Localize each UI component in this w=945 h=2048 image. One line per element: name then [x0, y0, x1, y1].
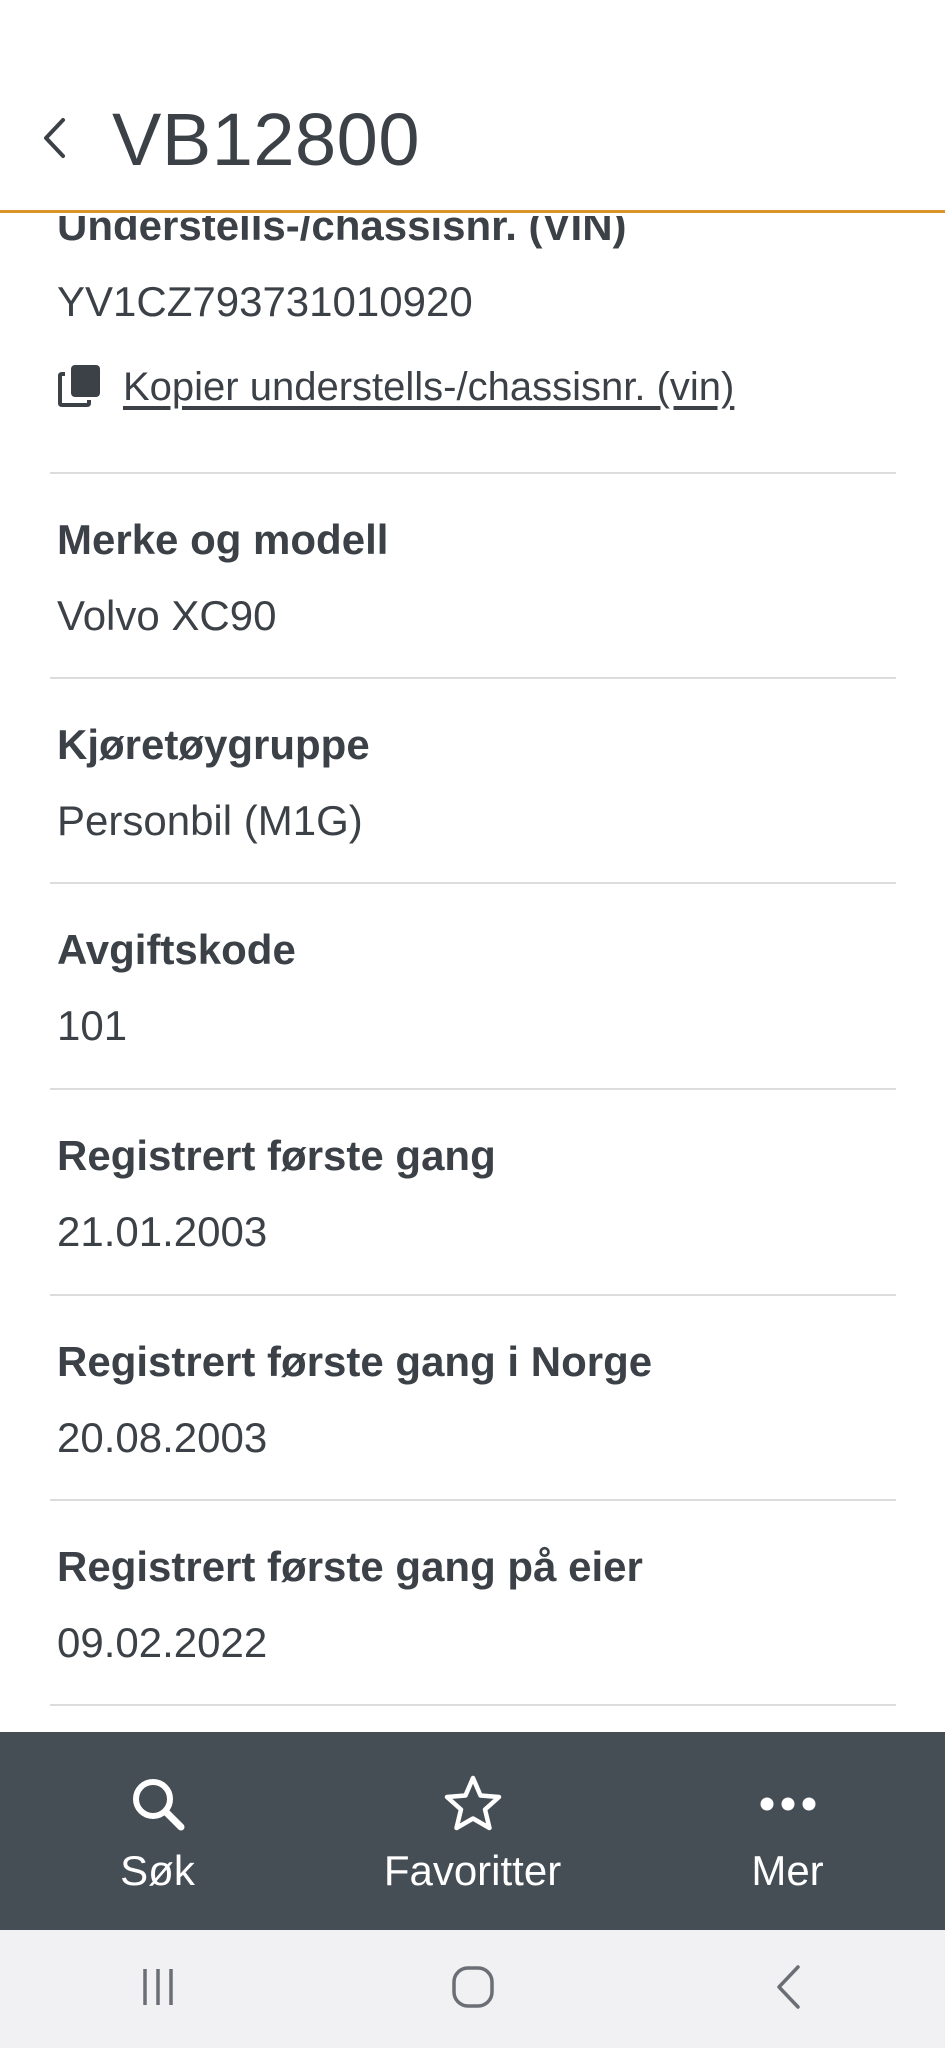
field-value: Personbil (M1G)	[57, 797, 363, 844]
field-value: 09.02.2022	[57, 1619, 268, 1666]
search-icon	[130, 1774, 186, 1834]
field-tax-code: Avgiftskode 101	[0, 884, 945, 1088]
field-make-model: Merke og modell Volvo XC90	[0, 474, 945, 678]
field-vehicle-group: Kjøretøygruppe Personbil (M1G)	[0, 679, 945, 883]
app-header: VB12800	[0, 0, 945, 213]
page-title: VB12800	[112, 98, 420, 181]
vin-value: YV1CZ793731010920	[57, 278, 473, 325]
bottom-navigation: Søk Favoritter Mer	[0, 1732, 945, 1930]
field-value: 101	[57, 1002, 128, 1049]
system-navigation-bar	[0, 1930, 945, 2048]
chevron-left-icon	[41, 117, 67, 164]
recent-apps-icon	[138, 1967, 178, 2012]
field-label: Avgiftskode	[57, 926, 296, 973]
nav-search-label: Søk	[120, 1847, 195, 1894]
nav-favorites-label: Favoritter	[383, 1847, 562, 1894]
field-first-registered-owner: Registrert første gang på eier 09.02.202…	[0, 1501, 945, 1705]
field-value: Volvo XC90	[57, 592, 277, 639]
vehicle-details[interactable]: Understells-/chassisnr. (VIN) YV1CZ79373…	[0, 216, 945, 1732]
nav-search[interactable]: Søk	[0, 1732, 315, 1930]
field-label: Merke og modell	[57, 516, 389, 563]
field-first-registered: Registrert første gang 21.01.2003	[0, 1090, 945, 1294]
system-back-icon	[773, 1964, 803, 2015]
field-value: 20.08.2003	[57, 1414, 268, 1461]
nav-favorites[interactable]: Favoritter	[315, 1732, 630, 1930]
divider	[50, 1704, 896, 1706]
copy-vin-link[interactable]: Kopier understells-/chassisnr. (vin)	[123, 365, 734, 410]
vin-label: Understells-/chassisnr. (VIN)	[57, 216, 627, 249]
home-icon	[451, 1965, 495, 2014]
copy-icon	[57, 362, 103, 413]
field-value: 21.01.2003	[57, 1208, 268, 1255]
field-label: Kjøretøygruppe	[57, 721, 370, 768]
star-icon	[442, 1774, 504, 1834]
field-label: Registrert første gang på eier	[57, 1543, 643, 1590]
nav-more[interactable]: Mer	[630, 1732, 945, 1930]
more-dots-icon	[758, 1774, 818, 1834]
home-button[interactable]	[315, 1930, 630, 2048]
field-label: Registrert første gang i Norge	[57, 1338, 653, 1385]
copy-vin-button[interactable]: Kopier understells-/chassisnr. (vin)	[57, 362, 734, 413]
nav-more-label: Mer	[751, 1847, 824, 1894]
system-back-button[interactable]	[630, 1930, 945, 2048]
back-button[interactable]	[30, 110, 78, 170]
field-label: Registrert første gang	[57, 1132, 496, 1179]
recent-apps-button[interactable]	[0, 1930, 315, 2048]
field-first-registered-norway: Registrert første gang i Norge 20.08.200…	[0, 1296, 945, 1500]
